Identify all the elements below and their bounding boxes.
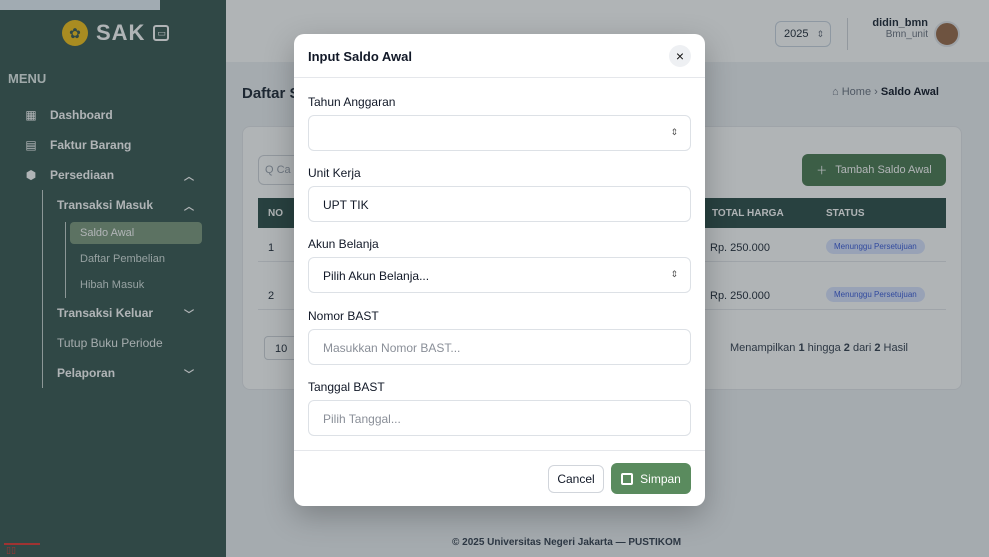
input-saldo-awal-modal: Input Saldo Awal × Tahun Anggaran ⇕ Unit… bbox=[294, 34, 705, 506]
tanggal-bast-input[interactable]: Pilih Tanggal... bbox=[308, 400, 691, 436]
cancel-button[interactable]: Cancel bbox=[548, 465, 604, 493]
close-icon: × bbox=[675, 48, 685, 64]
akun-belanja-placeholder: Pilih Akun Belanja... bbox=[323, 269, 430, 283]
select-arrows-icon: ⇕ bbox=[670, 127, 678, 137]
nomor-bast-label: Nomor BAST bbox=[308, 309, 379, 323]
close-button[interactable]: × bbox=[669, 45, 691, 67]
modal-title: Input Saldo Awal bbox=[308, 49, 413, 64]
tahun-anggaran-label: Tahun Anggaran bbox=[308, 95, 396, 109]
akun-belanja-label: Akun Belanja bbox=[308, 237, 379, 251]
modal-header: Input Saldo Awal × bbox=[294, 34, 705, 78]
nomor-bast-input[interactable]: Masukkan Nomor BAST... bbox=[308, 329, 691, 365]
save-button[interactable]: Simpan bbox=[611, 463, 691, 494]
unit-kerja-label: Unit Kerja bbox=[308, 166, 361, 180]
select-arrows-icon: ⇕ bbox=[670, 269, 678, 279]
tanggal-bast-label: Tanggal BAST bbox=[308, 380, 385, 394]
tahun-anggaran-select[interactable]: ⇕ bbox=[308, 115, 691, 151]
akun-belanja-select[interactable]: Pilih Akun Belanja... ⇕ bbox=[308, 257, 691, 293]
modal-footer-divider bbox=[294, 450, 705, 451]
unit-kerja-field[interactable]: UPT TIK bbox=[308, 186, 691, 222]
save-button-label: Simpan bbox=[640, 471, 681, 486]
save-icon bbox=[621, 472, 634, 485]
